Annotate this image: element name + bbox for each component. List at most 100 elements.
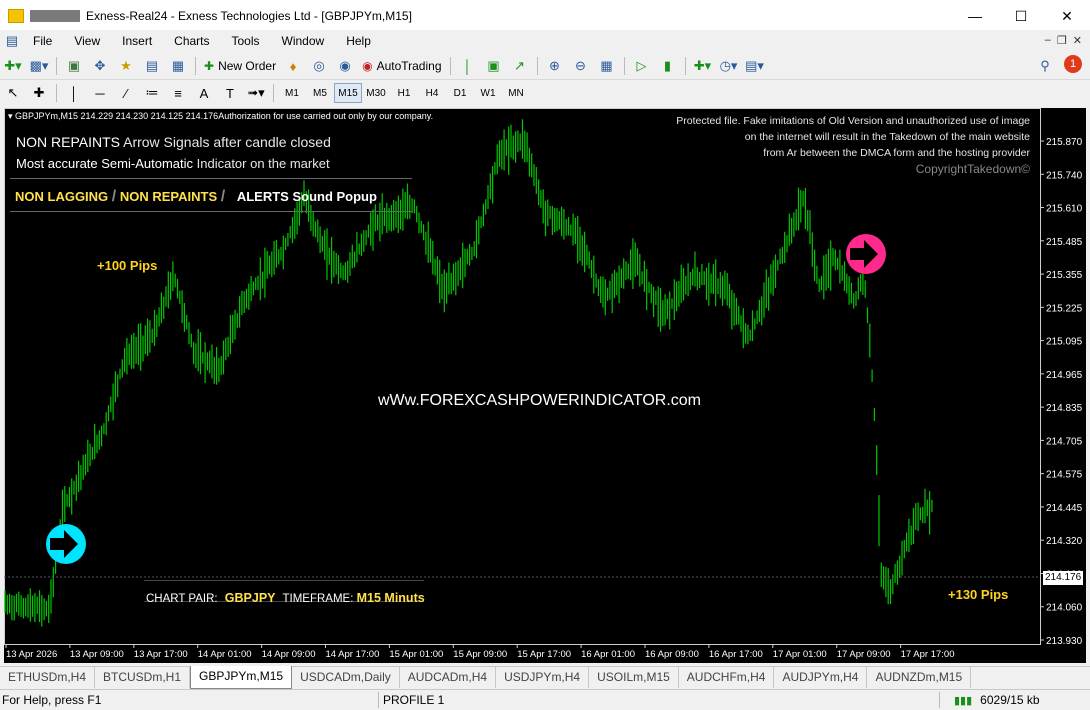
tf-d1[interactable]: D1 [446, 83, 474, 103]
mdi-minimize-icon[interactable]: – [1045, 34, 1051, 47]
bar-chart-icon[interactable]: │ [457, 56, 479, 76]
periods-icon[interactable]: ◷▾ [718, 56, 740, 76]
tab-btcusdm[interactable]: BTCUSDm,H1 [95, 667, 191, 688]
tab-usdcadm[interactable]: USDCADm,Daily [292, 667, 400, 688]
tf-mn[interactable]: MN [502, 83, 530, 103]
indicators-icon[interactable]: ✚▾ [692, 56, 714, 76]
trendline-icon[interactable]: ∕ [115, 83, 137, 103]
menu-help[interactable]: Help [335, 34, 382, 48]
signals-icon[interactable]: ◎ [308, 56, 330, 76]
price-tick-label: 214.835 [1046, 403, 1083, 414]
tf-m30[interactable]: M30 [362, 83, 390, 103]
menu-insert[interactable]: Insert [111, 34, 163, 48]
metaeditor-icon[interactable]: ♦ [282, 56, 304, 76]
line1-rest: Arrow Signals after candle closed [119, 134, 331, 150]
candlestick-icon[interactable]: ▣ [483, 56, 505, 76]
text-label-icon[interactable]: T [219, 83, 241, 103]
tab-usdjpym[interactable]: USDJPYm,H4 [496, 667, 590, 688]
chart-info-line: ▾ GBPJPYm,M15 214.229 214.230 214.125 21… [8, 111, 434, 121]
horizontal-line-icon[interactable]: ─ [89, 83, 111, 103]
terminal-icon[interactable]: ▤ [141, 56, 163, 76]
fibonacci-icon[interactable]: ≡ [167, 83, 189, 103]
market-watch-icon[interactable]: ▣ [63, 56, 85, 76]
tf-h4[interactable]: H4 [418, 83, 446, 103]
zoom-out-icon[interactable]: ⊖ [570, 56, 592, 76]
shapes-icon[interactable]: ➟▾ [245, 83, 267, 103]
price-tick-label: 215.610 [1046, 204, 1083, 215]
text-icon[interactable]: A [193, 83, 215, 103]
tf-m5[interactable]: M5 [306, 83, 334, 103]
minimize-icon[interactable]: — [952, 0, 998, 32]
indicator-line-2: Most accurate Semi-Automatic Indicator o… [16, 156, 330, 171]
new-order-button[interactable]: ✚ New Order [200, 59, 280, 73]
price-chart[interactable]: 215.870 215.740 215.610 215.485 215.355 215.2… [4, 108, 1086, 663]
pips-right-label: +130 Pips [948, 587, 1009, 602]
navigator-icon[interactable]: ★ [115, 56, 137, 76]
autotrading-button[interactable]: ◉ AutoTrading [358, 59, 445, 73]
close-icon[interactable]: ✕ [1044, 0, 1090, 32]
menu-bar: ▤ File View Insert Charts Tools Window H… [0, 30, 1090, 52]
feature-slash-2: / [220, 188, 226, 205]
strategy-tester-icon[interactable]: ▦ [167, 56, 189, 76]
protected-line-2: on the internet will result in the Taked… [744, 131, 1030, 143]
maximize-icon[interactable]: ☐ [998, 0, 1044, 32]
crosshair-icon[interactable]: ✚ [28, 83, 50, 103]
zoom-in-icon[interactable]: ⊕ [544, 56, 566, 76]
mdi-restore-icon[interactable]: ❐ [1057, 34, 1067, 47]
new-order-icon: ✚ [204, 59, 215, 73]
new-chart-icon[interactable]: ✚▾ [2, 56, 24, 76]
tab-gbpjpym[interactable]: GBPJPYm,M15 [190, 666, 293, 689]
tab-ethusdm[interactable]: ETHUSDm,H4 [0, 667, 96, 688]
cursor-icon[interactable]: ↖ [2, 83, 24, 103]
menu-window[interactable]: Window [271, 34, 336, 48]
time-tick-label: 13 Apr 09:00 [70, 649, 124, 660]
price-tick-label: 214.320 [1046, 536, 1083, 547]
menu-view[interactable]: View [63, 34, 111, 48]
pair-value: GBPJPY [224, 591, 276, 605]
price-tick-label: 214.445 [1046, 503, 1083, 514]
auto-scroll-icon[interactable]: ▷ [631, 56, 653, 76]
menu-charts[interactable]: Charts [163, 34, 220, 48]
templates-icon[interactable]: ▤▾ [744, 56, 766, 76]
chart-shift-icon[interactable]: ▮ [657, 56, 679, 76]
notification-badge[interactable]: 1 [1064, 55, 1082, 73]
title-bar: Exness-Real24 - Exness Technologies Ltd … [0, 0, 1090, 32]
tf-w1[interactable]: W1 [474, 83, 502, 103]
protected-line-1: Protected file. Fake imitations of Old V… [676, 115, 1030, 127]
line2-bold: Most accurate Semi-Automatic [16, 156, 194, 171]
time-tick-label: 16 Apr 01:00 [581, 649, 635, 660]
indicator-line-1: NON REPAINTS Arrow Signals after candle … [16, 134, 331, 150]
market-icon[interactable]: ◉ [334, 56, 356, 76]
tab-usoilm[interactable]: USOILm,M15 [589, 667, 679, 688]
timeframe-value: M15 Minuts [356, 591, 425, 605]
pair-label: CHART PAIR: [146, 593, 218, 605]
time-tick-label: 13 Apr 17:00 [134, 649, 188, 660]
price-tick-label: 214.965 [1046, 370, 1083, 381]
website-watermark: wWw.FOREXCASHPOWERINDICATOR.com [378, 392, 701, 409]
tf-h1[interactable]: H1 [390, 83, 418, 103]
data-window-icon[interactable]: ✥ [89, 56, 111, 76]
menu-tools[interactable]: Tools [221, 34, 271, 48]
channel-icon[interactable]: ≔ [141, 83, 163, 103]
status-help: For Help, press F1 [2, 693, 102, 707]
tile-windows-icon[interactable]: ▦ [596, 56, 618, 76]
drawing-toolbar: ↖ ✚ │ ─ ∕ ≔ ≡ A T ➟▾ M1 M5 M15 M30 H1 H4… [0, 80, 1090, 106]
profiles-icon[interactable]: ▩▾ [28, 56, 50, 76]
tab-audnzdm[interactable]: AUDNZDm,M15 [867, 667, 972, 688]
search-icon[interactable]: ⚲ [1034, 56, 1056, 76]
tab-audjpym[interactable]: AUDJPYm,H4 [774, 667, 868, 688]
tf-m1[interactable]: M1 [278, 83, 306, 103]
tab-audcadm[interactable]: AUDCADm,H4 [400, 667, 497, 688]
tf-m15[interactable]: M15 [334, 83, 362, 103]
tab-audchfm[interactable]: AUDCHFm,H4 [679, 667, 775, 688]
price-tick-label: 215.740 [1046, 170, 1083, 181]
line-chart-icon[interactable]: ↗ [509, 56, 531, 76]
mdi-close-icon[interactable]: ✕ [1073, 34, 1082, 47]
vertical-line-icon[interactable]: │ [63, 83, 85, 103]
chart-tabs: ETHUSDm,H4 BTCUSDm,H1 GBPJPYm,M15 USDCAD… [0, 666, 1090, 689]
menu-file[interactable]: File [22, 34, 63, 48]
chart-window-icon[interactable]: ▤ [4, 31, 20, 51]
line2-rest: Indicator on the market [193, 156, 330, 171]
pair-line: CHART PAIR: GBPJPY TIMEFRAME: M15 Minuts [146, 591, 425, 605]
status-profile: PROFILE 1 [383, 693, 445, 707]
